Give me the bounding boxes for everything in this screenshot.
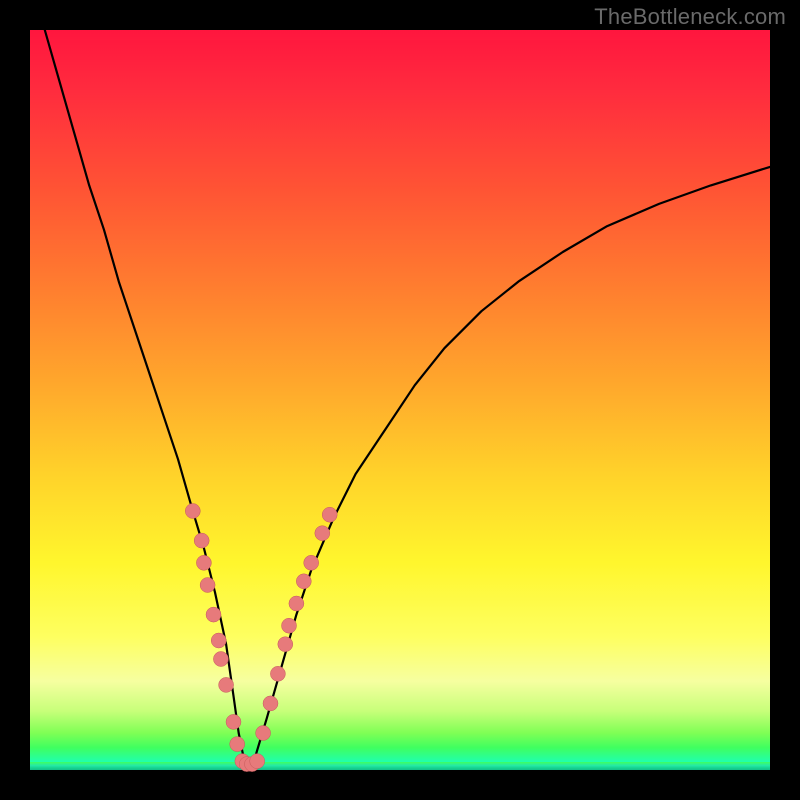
data-dot [282, 618, 297, 633]
data-dot [196, 555, 211, 570]
data-dot [194, 533, 209, 548]
data-dot [230, 737, 245, 752]
data-dot [206, 607, 221, 622]
data-dot [226, 714, 241, 729]
data-dot [185, 504, 200, 519]
data-dots [185, 504, 337, 772]
data-dot [211, 633, 226, 648]
data-dot [315, 526, 330, 541]
watermark-text: TheBottleneck.com [594, 4, 786, 30]
data-dot [296, 574, 311, 589]
data-dot [289, 596, 304, 611]
data-dot [322, 507, 337, 522]
data-dot [263, 696, 278, 711]
data-dot [270, 666, 285, 681]
data-dot [256, 726, 271, 741]
plot-area [30, 30, 770, 770]
data-dot [200, 578, 215, 593]
data-dot [304, 555, 319, 570]
data-dot [250, 754, 265, 769]
chart-overlay [30, 30, 770, 770]
bottleneck-curve [45, 30, 770, 765]
data-dot [219, 677, 234, 692]
chart-frame: TheBottleneck.com [0, 0, 800, 800]
data-dot [213, 652, 228, 667]
data-dot [278, 637, 293, 652]
